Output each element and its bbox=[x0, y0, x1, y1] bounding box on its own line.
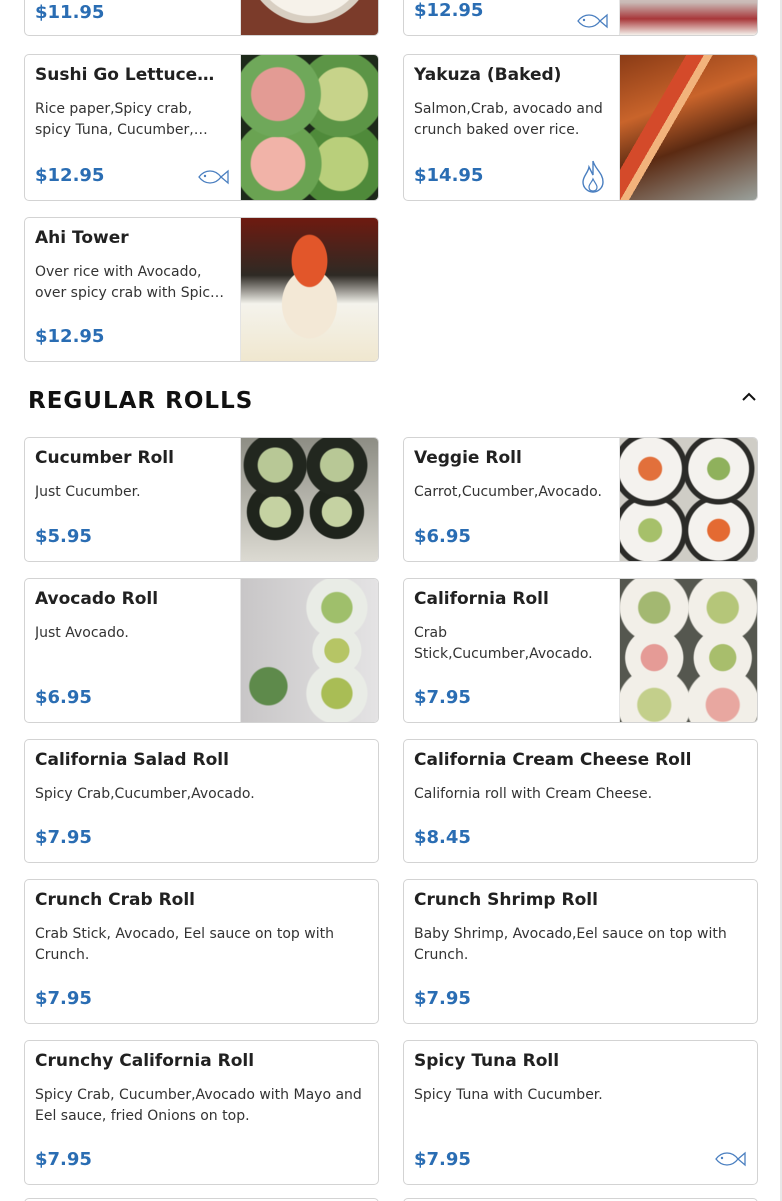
item-name: Crunchy California Roll bbox=[35, 1051, 255, 1071]
item-description: Carrot,Cucumber,Avocado. bbox=[414, 484, 602, 500]
menu-item-card[interactable]: $12.95 bbox=[403, 0, 758, 36]
item-photo bbox=[619, 55, 757, 200]
item-photo bbox=[619, 579, 757, 722]
item-price: $7.95 bbox=[414, 988, 471, 1009]
flame-icon bbox=[582, 160, 604, 193]
item-name: Yakuza (Baked) bbox=[414, 65, 562, 85]
menu-item-card[interactable]: Yakuza (Baked) Salmon,Crab, avocado and … bbox=[403, 54, 758, 201]
menu-item-card[interactable]: California Roll Crab Stick,Cucumber,Avoc… bbox=[403, 578, 758, 723]
item-name: California Roll bbox=[414, 589, 549, 609]
item-price: $6.95 bbox=[414, 526, 471, 547]
item-price: $12.95 bbox=[414, 0, 484, 21]
item-description: Spicy Tuna with Cucumber. bbox=[414, 1087, 603, 1103]
fish-icon bbox=[715, 1151, 746, 1167]
item-name: Cucumber Roll bbox=[35, 448, 174, 468]
item-description: California roll with Cream Cheese. bbox=[414, 786, 653, 802]
item-price: $7.95 bbox=[35, 827, 92, 848]
item-description: Crab Stick,Cucumber,Avocado. bbox=[414, 625, 593, 662]
menu-item-card[interactable]: Avocado Roll Just Avocado. $6.95 bbox=[24, 578, 379, 723]
menu-item-card[interactable]: Crunch Shrimp Roll Baby Shrimp, Avocado,… bbox=[403, 879, 758, 1024]
item-description: Baby Shrimp, Avocado,Eel sauce on top wi… bbox=[414, 926, 727, 963]
item-description: Spicy Crab,Cucumber,Avocado. bbox=[35, 786, 255, 802]
item-photo bbox=[619, 0, 757, 35]
item-name: Sushi Go Lettuce… bbox=[35, 65, 215, 85]
item-price: $14.95 bbox=[414, 165, 484, 186]
item-price: $8.45 bbox=[414, 827, 471, 848]
item-photo bbox=[240, 218, 378, 361]
menu-item-card[interactable]: Sushi Go Lettuce… Rice paper,Spicy crab,… bbox=[24, 54, 379, 201]
menu-item-card[interactable]: $11.95 bbox=[24, 0, 379, 36]
item-description: Salmon,Crab, avocado and crunch baked ov… bbox=[414, 101, 603, 138]
item-price: $12.95 bbox=[35, 326, 105, 347]
item-name: Avocado Roll bbox=[35, 589, 159, 609]
chevron-up-icon[interactable] bbox=[738, 386, 760, 408]
menu-item-card[interactable]: Spicy Tuna Roll Spicy Tuna with Cucumber… bbox=[403, 1040, 758, 1185]
item-name: California Cream Cheese Roll bbox=[414, 750, 692, 770]
item-name: Spicy Tuna Roll bbox=[414, 1051, 560, 1071]
item-price: $6.95 bbox=[35, 687, 92, 708]
item-name: Crunch Shrimp Roll bbox=[414, 890, 598, 910]
menu-item-card[interactable]: California Salad Roll Spicy Crab,Cucumbe… bbox=[24, 739, 379, 863]
item-description: Over rice with Avocado, over spicy crab … bbox=[35, 264, 225, 301]
item-price: $7.95 bbox=[35, 988, 92, 1009]
item-name: Crunch Crab Roll bbox=[35, 890, 196, 910]
item-price: $7.95 bbox=[414, 1149, 471, 1170]
item-price: $7.95 bbox=[414, 687, 471, 708]
item-name: Ahi Tower bbox=[35, 228, 129, 248]
item-name: California Salad Roll bbox=[35, 750, 229, 770]
menu-item-card[interactable]: Cucumber Roll Just Cucumber. $5.95 bbox=[24, 437, 379, 562]
fish-icon bbox=[198, 169, 229, 185]
menu-item-card[interactable]: Veggie Roll Carrot,Cucumber,Avocado. $6.… bbox=[403, 437, 758, 562]
item-photo bbox=[240, 0, 378, 35]
menu-item-card[interactable]: Ahi Tower Over rice with Avocado, over s… bbox=[24, 217, 379, 362]
item-photo bbox=[240, 438, 378, 561]
item-name: Veggie Roll bbox=[414, 448, 522, 468]
item-price: $12.95 bbox=[35, 165, 105, 186]
item-description: Just Cucumber. bbox=[35, 484, 141, 500]
menu-item-card[interactable]: Crunch Crab Roll Crab Stick, Avocado, Ee… bbox=[24, 879, 379, 1024]
item-photo bbox=[240, 579, 378, 722]
item-price: $11.95 bbox=[35, 2, 105, 23]
section-title: REGULAR ROLLS bbox=[28, 388, 254, 414]
item-description: Spicy Crab, Cucumber,Avocado with Mayo a… bbox=[35, 1087, 362, 1124]
menu-item-card[interactable]: Crunchy California Roll Spicy Crab, Cucu… bbox=[24, 1040, 379, 1185]
item-price: $7.95 bbox=[35, 1149, 92, 1170]
item-price: $5.95 bbox=[35, 526, 92, 547]
menu-item-card[interactable]: California Cream Cheese Roll California … bbox=[403, 739, 758, 863]
item-description: Just Avocado. bbox=[35, 625, 129, 641]
item-description: Rice paper,Spicy crab, spicy Tuna, Cucum… bbox=[35, 101, 208, 138]
fish-icon bbox=[577, 13, 608, 29]
item-description: Crab Stick, Avocado, Eel sauce on top wi… bbox=[35, 926, 334, 963]
item-photo bbox=[619, 438, 757, 561]
item-photo bbox=[240, 55, 378, 200]
